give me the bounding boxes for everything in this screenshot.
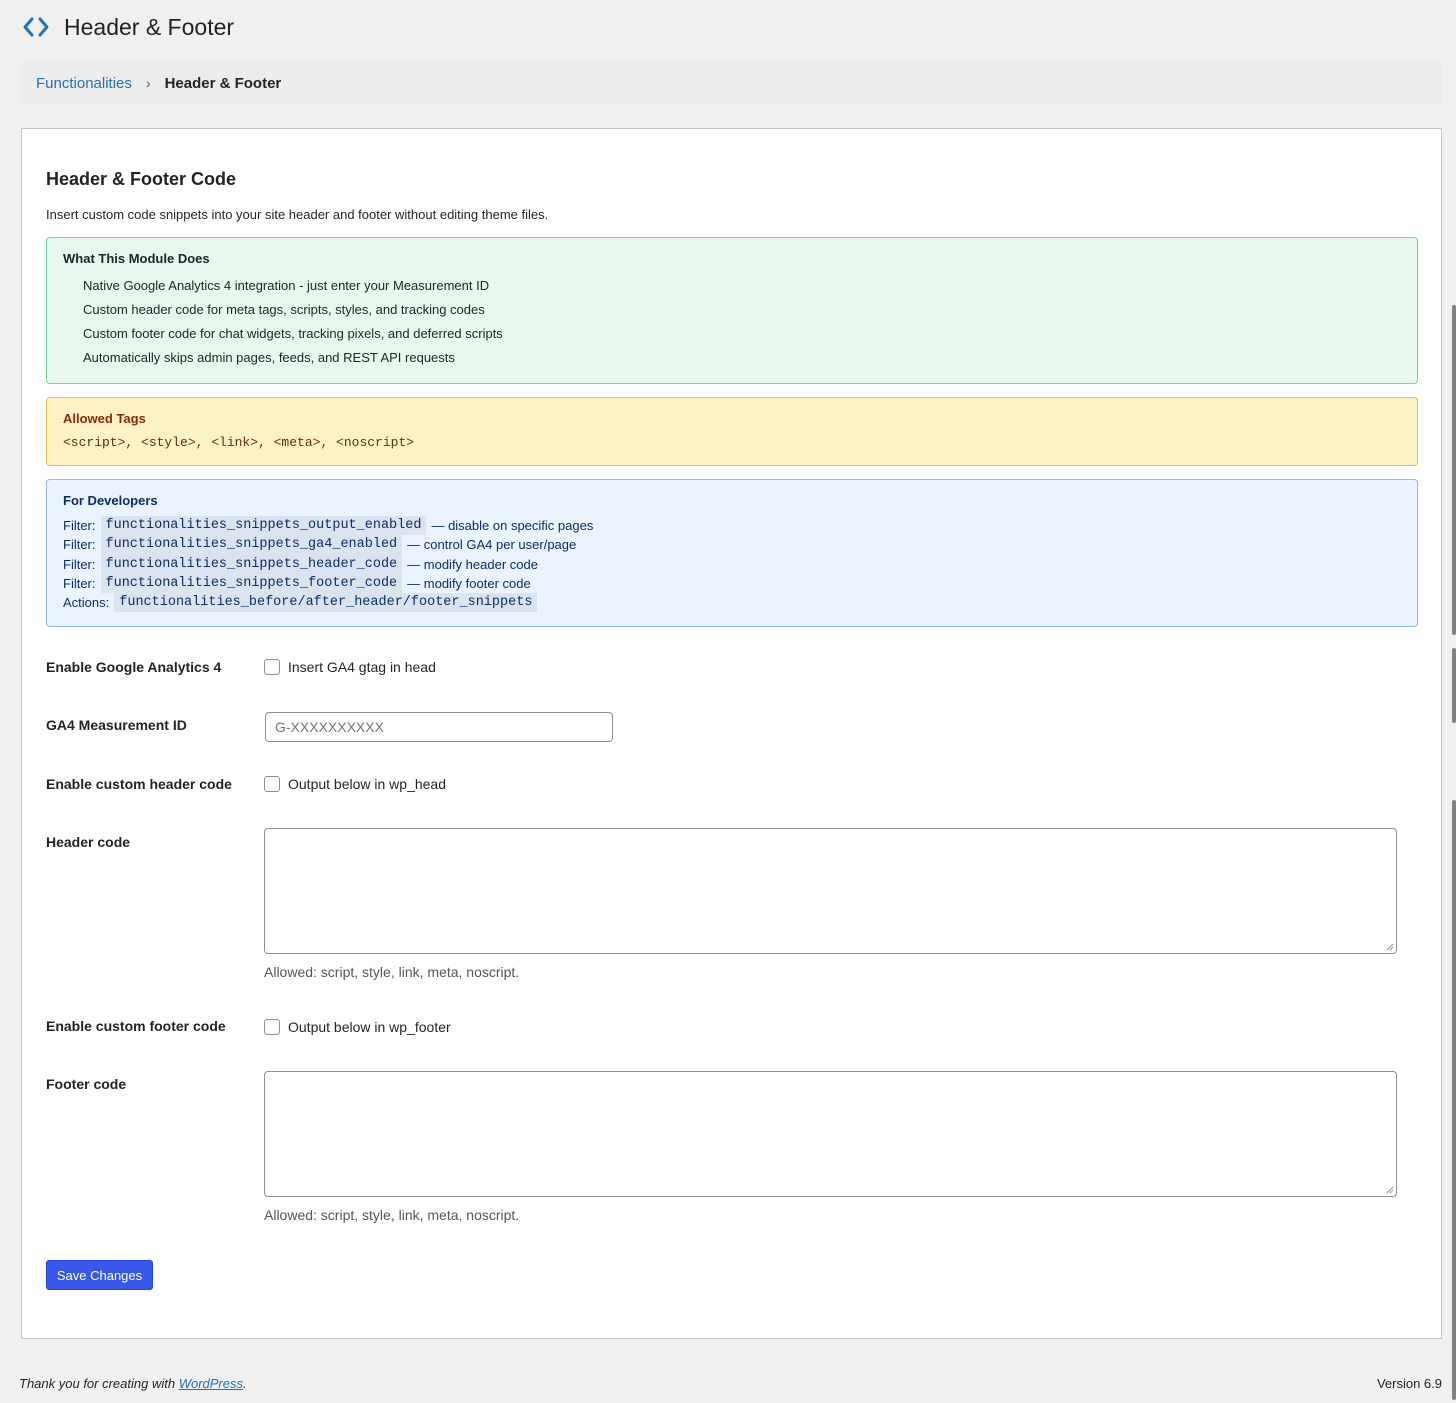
ga4-enable-checkbox[interactable] [264, 659, 280, 675]
footer-enable-label: Enable custom footer code [46, 1018, 226, 1034]
breadcrumb-separator: › [145, 75, 151, 91]
section-intro: Insert custom code snippets into your si… [46, 207, 549, 222]
footer-code-hint: Allowed: script, style, link, meta, nosc… [264, 1207, 520, 1223]
developer-hook-line: Filter: functionalities_snippets_ga4_ena… [63, 535, 1401, 555]
save-changes-button[interactable]: Save Changes [46, 1260, 153, 1290]
list-item: Automatically skips admin pages, feeds, … [83, 350, 455, 365]
developers-title: For Developers [63, 493, 158, 508]
hook-description: — control GA4 per user/page [407, 537, 577, 553]
hook-prefix: Filter: [63, 556, 96, 572]
footer-thanks-prefix: Thank you for creating with [19, 1376, 179, 1391]
page-header: Header & Footer [22, 10, 234, 44]
footer-code-label: Footer code [46, 1076, 127, 1092]
hook-code: functionalities_snippets_footer_code [100, 573, 403, 594]
allowed-tags-title: Allowed Tags [63, 411, 146, 426]
section-title: Header & Footer Code [46, 169, 237, 189]
header-enable-checkbox-label[interactable]: Output below in wp_head [288, 776, 446, 792]
footer-enable-checkbox-wrap[interactable]: Output below in wp_footer [264, 1019, 451, 1035]
settings-card: Header & Footer Code Insert custom code … [21, 128, 1442, 1339]
list-item: Custom footer code for chat widgets, tra… [83, 326, 503, 341]
version-text: Version 6.9 [1376, 1376, 1442, 1391]
ga4-id-input[interactable] [265, 712, 613, 742]
hook-code: functionalities_before/after_header/foot… [114, 593, 538, 613]
hook-prefix: Filter: [63, 537, 96, 553]
header-enable-checkbox[interactable] [264, 776, 280, 792]
developer-hook-line: Actions: functionalities_before/after_he… [63, 593, 1401, 613]
developer-hook-line: Filter: functionalities_snippets_header_… [63, 554, 1401, 574]
hook-description: — disable on specific pages [431, 518, 594, 533]
breadcrumb-link-functionalities[interactable]: Functionalities [36, 75, 132, 92]
resize-grip-icon[interactable] [1386, 943, 1394, 951]
hook-prefix: Filter: [63, 575, 96, 591]
ga4-enable-label: Enable Google Analytics 4 [46, 659, 222, 675]
page-title: Header & Footer [64, 13, 235, 40]
header-enable-label: Enable custom header code [46, 776, 232, 792]
ga4-enable-checkbox-label[interactable]: Insert GA4 gtag in head [288, 659, 436, 675]
hook-description: — modify footer code [407, 575, 531, 591]
hook-description: — modify header code [407, 556, 538, 572]
scrollbar[interactable] [1452, 800, 1456, 1400]
developer-hook-line: Filter: functionalities_snippets_footer_… [63, 573, 1401, 594]
breadcrumb: Functionalities › Header & Footer [20, 62, 1442, 104]
allowed-tags-list: <script>, <style>, <link>, <meta>, <nosc… [63, 435, 415, 450]
footer-thanks-suffix: . [243, 1376, 247, 1391]
hook-code: functionalities_snippets_ga4_enabled [100, 535, 403, 555]
hook-code: functionalities_snippets_header_code [100, 554, 403, 574]
footer-code-textarea[interactable] [264, 1071, 1397, 1197]
wordpress-link[interactable]: WordPress [179, 1376, 243, 1391]
code-brackets-icon [22, 13, 50, 41]
footer-enable-checkbox-label[interactable]: Output below in wp_footer [288, 1019, 451, 1035]
header-code-label: Header code [46, 834, 131, 850]
hook-prefix: Actions: [63, 595, 110, 611]
header-code-hint: Allowed: script, style, link, meta, nosc… [264, 964, 520, 980]
ga4-enable-checkbox-wrap[interactable]: Insert GA4 gtag in head [264, 659, 436, 675]
ga4-id-label: GA4 Measurement ID [46, 717, 187, 733]
module-info-title: What This Module Does [63, 251, 210, 266]
developers-box: For Developers Filter: functionalities_s… [46, 479, 1418, 627]
scrollbar[interactable] [1452, 305, 1456, 635]
scrollbar[interactable] [1452, 648, 1456, 723]
footer-enable-checkbox[interactable] [264, 1019, 280, 1035]
module-info-box: What This Module Does Native Google Anal… [46, 237, 1418, 384]
hook-code: functionalities_snippets_output_enabled [100, 516, 427, 536]
allowed-tags-box: Allowed Tags <script>, <style>, <link>, … [46, 397, 1418, 466]
header-code-textarea[interactable] [264, 828, 1397, 954]
breadcrumb-current: Header & Footer [164, 74, 282, 92]
list-item: Native Google Analytics 4 integration - … [83, 278, 490, 293]
header-enable-checkbox-wrap[interactable]: Output below in wp_head [264, 776, 446, 792]
developer-hook-line: Filter: functionalities_snippets_output_… [63, 516, 1401, 536]
hook-prefix: Filter: [63, 518, 96, 533]
footer-thanks: Thank you for creating with WordPress. [19, 1376, 247, 1391]
module-info-list: Native Google Analytics 4 integration - … [63, 274, 1401, 370]
resize-grip-icon[interactable] [1386, 1186, 1394, 1194]
list-item: Custom header code for meta tags, script… [83, 302, 485, 317]
